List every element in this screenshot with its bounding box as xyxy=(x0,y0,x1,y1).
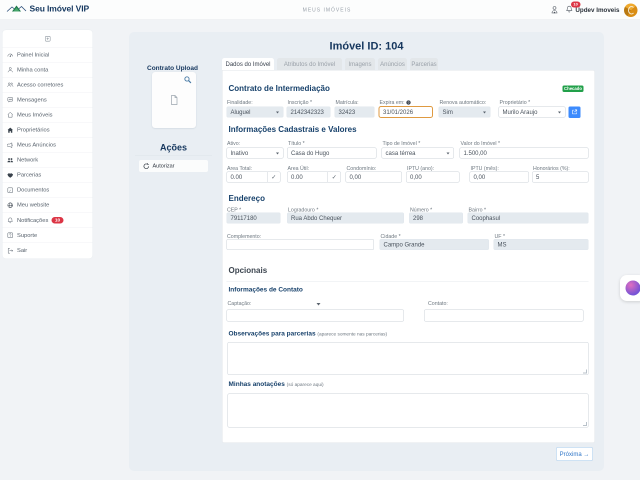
svg-text:?: ? xyxy=(408,101,410,105)
